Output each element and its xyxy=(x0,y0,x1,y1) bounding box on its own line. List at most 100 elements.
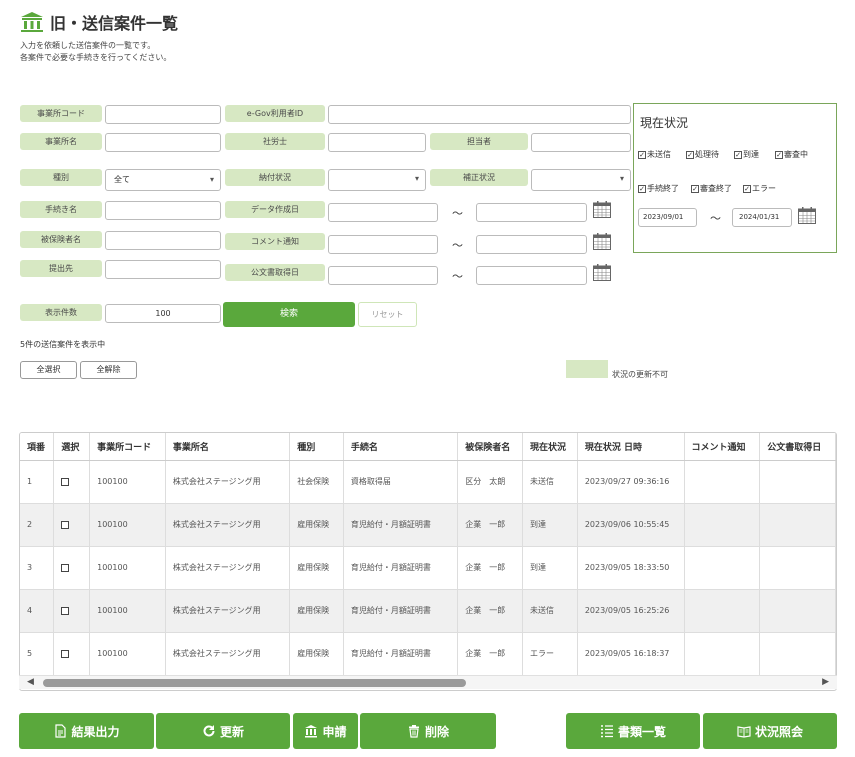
range-tilde: ～ xyxy=(710,212,721,225)
status-inquiry-button[interactable]: 状況照会 xyxy=(703,713,837,749)
table-row[interactable]: 4 100100 株式会社ステージング用 雇用保険 育児給付・月額証明書 企業 … xyxy=(20,589,836,633)
cell-official-doc xyxy=(759,503,836,547)
export-button[interactable]: 結果出力 xyxy=(19,713,154,749)
status-check-review-done[interactable]: ✓ 審査終了 xyxy=(691,183,732,194)
refresh-icon xyxy=(203,725,215,737)
cell-select[interactable] xyxy=(53,503,91,547)
row-checkbox[interactable] xyxy=(61,563,70,572)
cell-no: 4 xyxy=(20,589,55,633)
comment-from-input[interactable] xyxy=(328,235,438,254)
tantou-input[interactable] xyxy=(531,133,631,152)
cell-datetime: 2023/09/05 16:18:37 xyxy=(577,632,685,676)
office-name-input[interactable] xyxy=(105,133,221,152)
horizontal-scrollbar[interactable]: ◀ ▶ xyxy=(19,675,837,689)
col-header: コメント通知 xyxy=(684,433,761,461)
search-button[interactable]: 検索 xyxy=(223,302,355,327)
cell-select[interactable] xyxy=(53,460,91,504)
row-checkbox[interactable] xyxy=(61,477,70,486)
egov-id-label: e-Gov利用者ID xyxy=(225,105,325,122)
cell-comment xyxy=(684,546,761,590)
cell-code: 100100 xyxy=(89,589,166,633)
calendar-icon[interactable] xyxy=(593,233,611,250)
col-header: 種別 xyxy=(289,433,344,461)
calendar-icon[interactable] xyxy=(593,201,611,218)
cell-select[interactable] xyxy=(53,632,91,676)
cell-insured: 企業 一郎 xyxy=(457,503,524,547)
scroll-right-icon[interactable]: ▶ xyxy=(822,677,829,687)
refresh-button-label: 更新 xyxy=(219,724,244,739)
comment-to-input[interactable] xyxy=(476,235,587,254)
status-check-reviewing[interactable]: ✓ 審査中 xyxy=(775,149,808,160)
table-row[interactable]: 2 100100 株式会社ステージング用 雇用保険 育児給付・月額証明書 企業 … xyxy=(20,503,836,547)
cell-select[interactable] xyxy=(53,589,91,633)
apply-button[interactable]: 申請 xyxy=(293,713,358,749)
description-line-2: 各案件で必要な手続きを行ってください。 xyxy=(20,53,172,62)
official-doc-from-input[interactable] xyxy=(328,266,438,285)
status-date-to[interactable]: 2024/01/31 xyxy=(732,208,792,227)
egov-id-input[interactable] xyxy=(328,105,631,124)
procedure-input[interactable] xyxy=(105,201,221,220)
delete-button[interactable]: 削除 xyxy=(360,713,496,749)
status-check-arrived[interactable]: ✓ 到達 xyxy=(734,149,759,160)
col-header: 項番 xyxy=(20,433,55,461)
cell-office: 株式会社ステージング用 xyxy=(165,503,291,547)
row-checkbox[interactable] xyxy=(61,606,70,615)
official-doc-to-input[interactable] xyxy=(476,266,587,285)
nofu-select[interactable] xyxy=(328,169,426,191)
range-tilde: ～ xyxy=(452,270,463,283)
hosei-label: 補正状況 xyxy=(430,169,528,186)
reset-button[interactable]: リセット xyxy=(358,302,417,327)
hosei-select[interactable] xyxy=(531,169,631,191)
status-check-unsent[interactable]: ✓ 未送信 xyxy=(638,149,671,160)
cell-office: 株式会社ステージング用 xyxy=(165,589,291,633)
status-check-error[interactable]: ✓ エラー xyxy=(743,183,776,194)
scroll-left-icon[interactable]: ◀ xyxy=(27,677,34,687)
cell-official-doc xyxy=(759,632,836,676)
calendar-icon[interactable] xyxy=(593,264,611,281)
cell-status: 到達 xyxy=(522,546,578,590)
cell-select[interactable] xyxy=(53,546,91,590)
office-code-input[interactable] xyxy=(105,105,221,124)
bank-icon xyxy=(305,725,318,738)
cell-procedure: 育児給付・月額証明書 xyxy=(343,503,459,547)
trash-icon xyxy=(408,725,419,738)
official-doc-label: 公文書取得日 xyxy=(225,264,325,281)
data-created-to-input[interactable] xyxy=(476,203,587,222)
row-checkbox[interactable] xyxy=(61,649,70,658)
insured-input[interactable] xyxy=(105,231,221,250)
cell-insured: 企業 一郎 xyxy=(457,589,524,633)
calendar-icon[interactable] xyxy=(798,207,816,224)
sharoushi-input[interactable] xyxy=(328,133,426,152)
type-select-value: 全て xyxy=(114,175,130,184)
status-check-pending[interactable]: ✓ 処理待 xyxy=(686,149,719,160)
cell-official-doc xyxy=(759,460,836,504)
type-select[interactable]: 全て xyxy=(105,169,221,191)
select-all-button[interactable]: 全選択 xyxy=(20,361,77,379)
submit-to-input[interactable] xyxy=(105,260,221,279)
deselect-all-button[interactable]: 全解除 xyxy=(80,361,137,379)
cell-type: 雇用保険 xyxy=(289,589,344,633)
cell-procedure: 育児給付・月額証明書 xyxy=(343,632,459,676)
table-row[interactable]: 5 100100 株式会社ステージング用 雇用保険 育児給付・月額証明書 企業 … xyxy=(20,632,836,676)
cell-status: エラー xyxy=(522,632,578,676)
documents-button[interactable]: 書類一覧 xyxy=(566,713,700,749)
cell-datetime: 2023/09/27 09:36:16 xyxy=(577,460,685,504)
table-row[interactable]: 3 100100 株式会社ステージング用 雇用保険 育児給付・月額証明書 企業 … xyxy=(20,546,836,590)
data-created-label: データ作成日 xyxy=(225,201,325,218)
list-icon xyxy=(600,725,613,738)
nofu-label: 納付状況 xyxy=(225,169,325,186)
legend-swatch xyxy=(566,360,608,378)
result-count: 5件の送信案件を表示中 xyxy=(20,340,106,349)
status-check-proc-done[interactable]: ✓ 手続終了 xyxy=(638,183,679,194)
scrollbar-thumb[interactable] xyxy=(43,679,466,687)
display-count-input[interactable]: 100 xyxy=(105,304,221,323)
data-created-from-input[interactable] xyxy=(328,203,438,222)
row-checkbox[interactable] xyxy=(61,520,70,529)
refresh-button[interactable]: 更新 xyxy=(156,713,290,749)
cell-no: 1 xyxy=(20,460,55,504)
file-export-icon xyxy=(55,724,67,738)
cell-official-doc xyxy=(759,546,836,590)
table-header-row: 項番 選択 事業所コード 事業所名 種別 手続名 被保険者名 現在状況 現在状況… xyxy=(20,433,836,461)
status-date-from[interactable]: 2023/09/01 xyxy=(638,208,697,227)
table-row[interactable]: 1 100100 株式会社ステージング用 社会保険 資格取得届 区分 太朗 未送… xyxy=(20,460,836,504)
